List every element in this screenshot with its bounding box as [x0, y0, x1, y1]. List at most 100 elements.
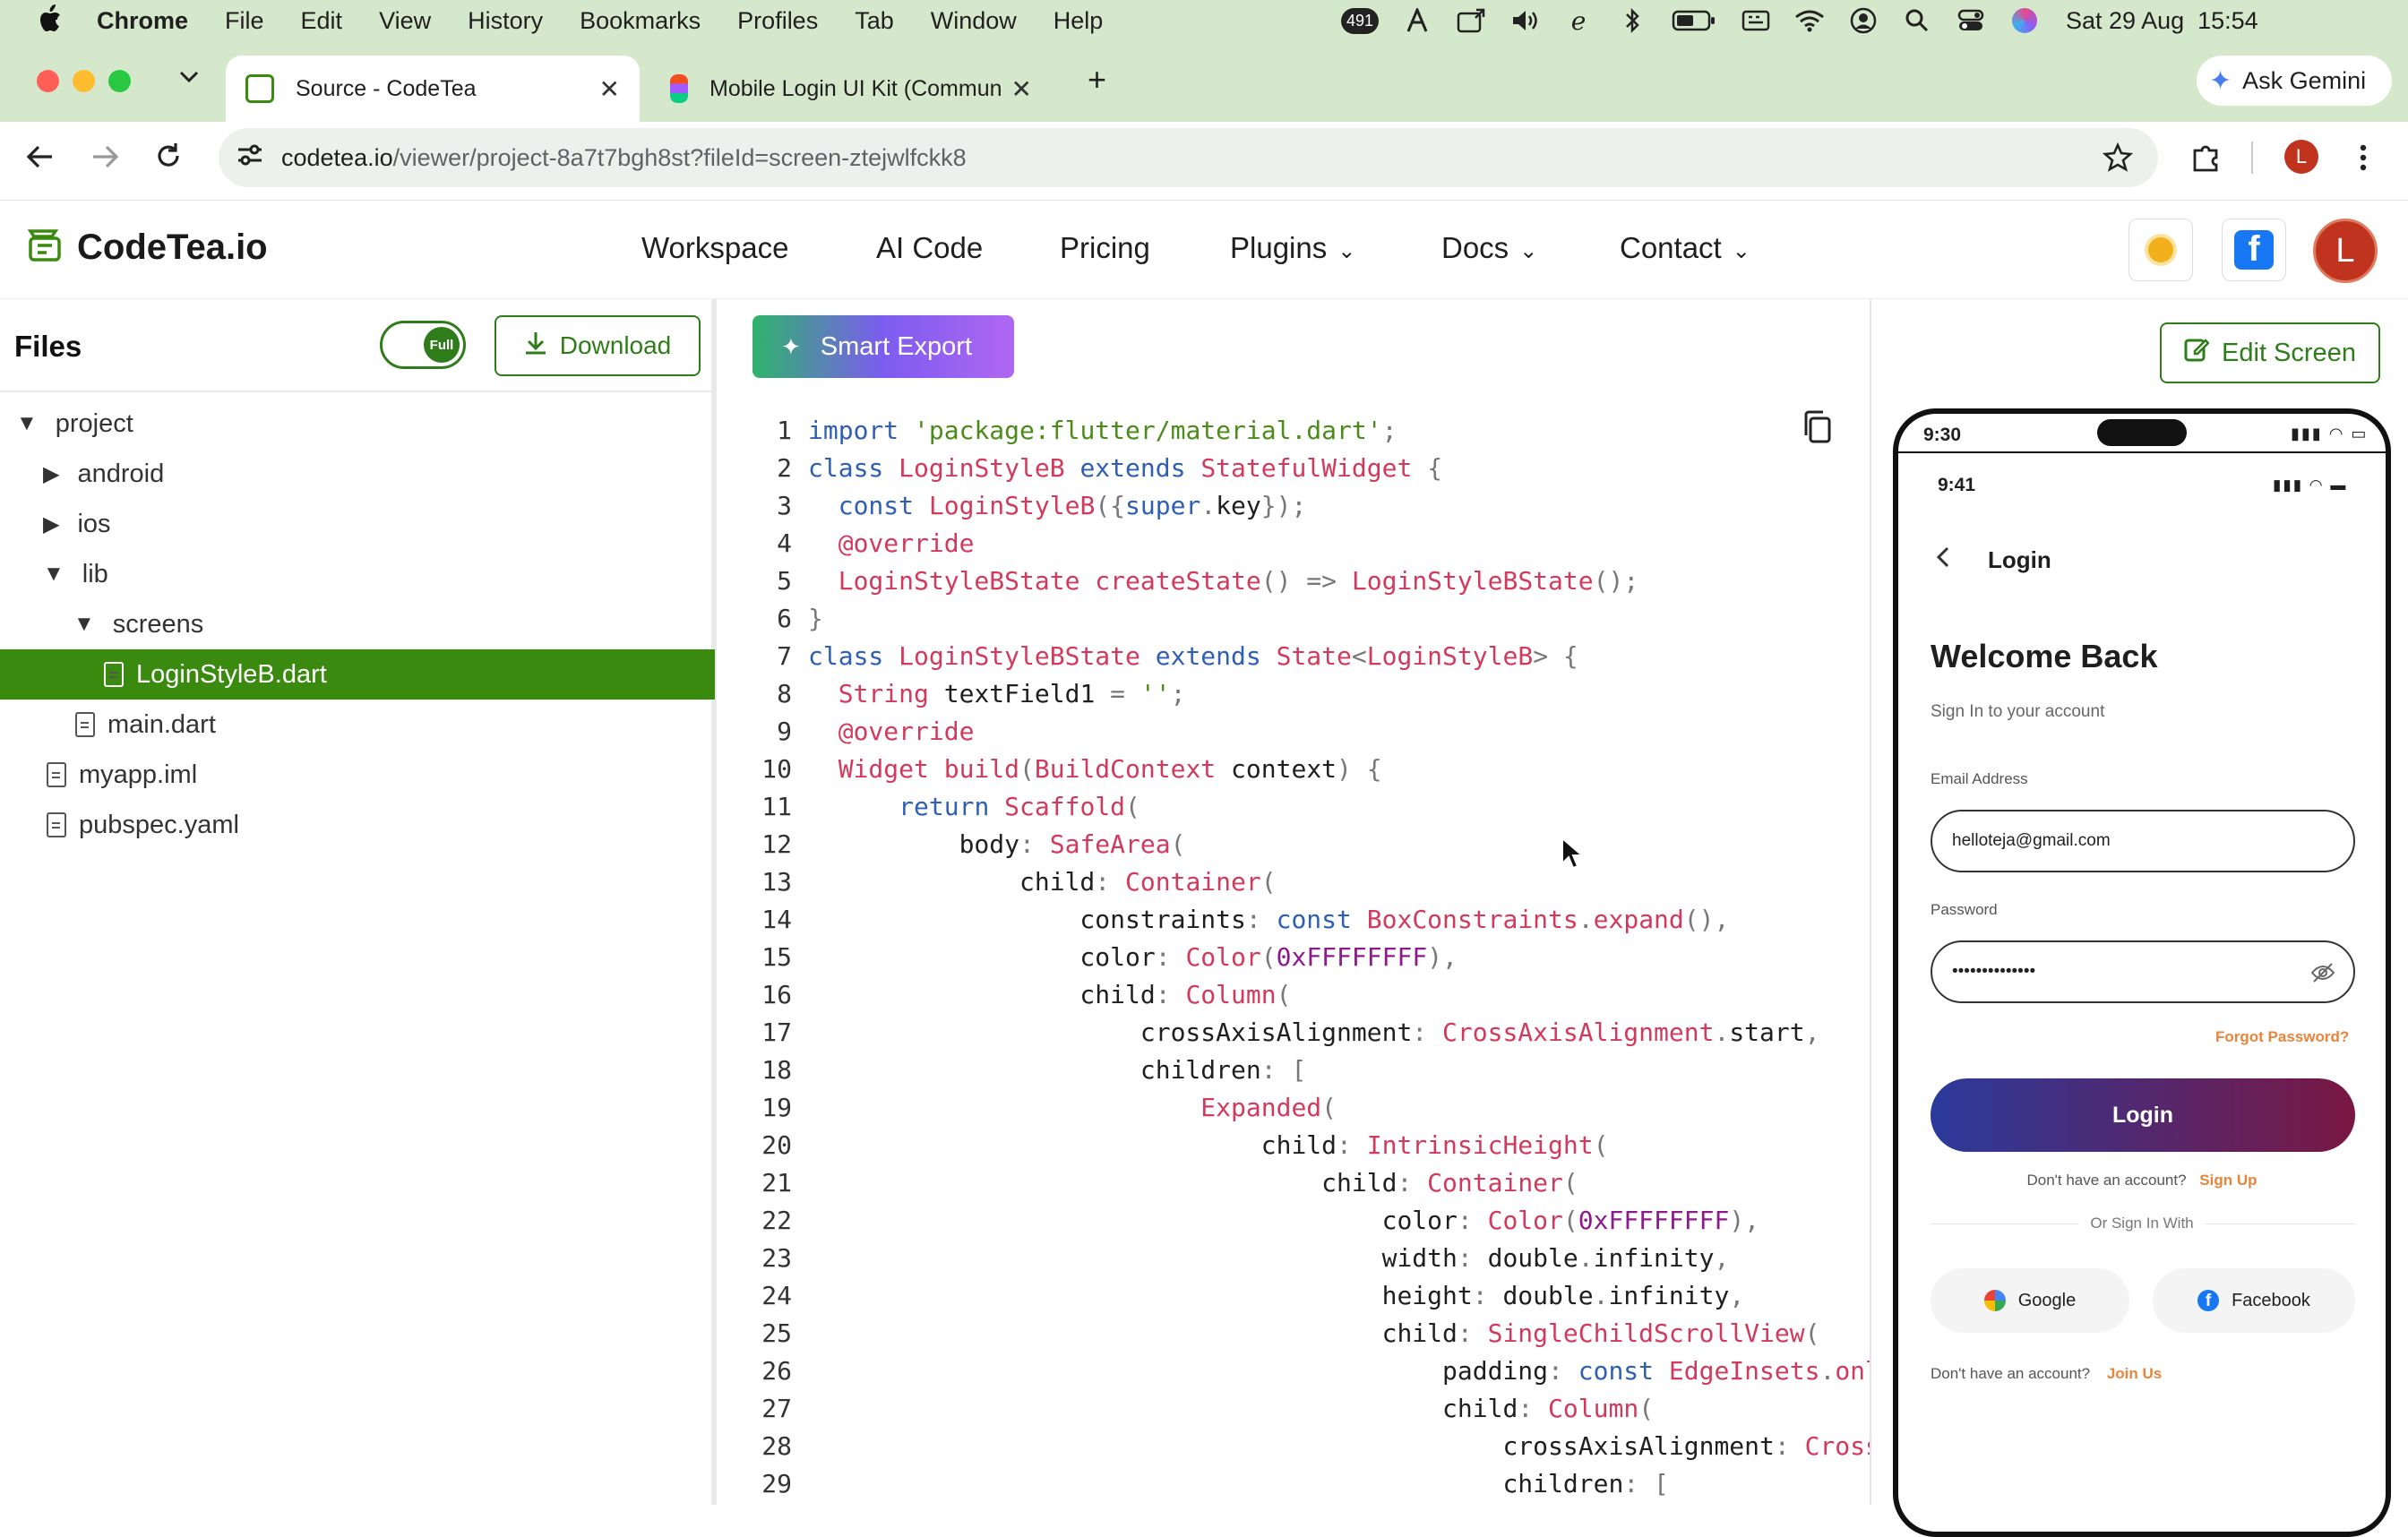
battery-icon[interactable] — [1670, 4, 1718, 37]
tree-item-pubspec-yaml[interactable]: pubspec.yaml — [47, 802, 239, 848]
menu-edit[interactable]: Edit — [301, 7, 343, 35]
tree-item-project[interactable]: ▼ project — [16, 400, 133, 447]
tab-codetea[interactable]: Source - CodeTea ✕ — [226, 56, 640, 122]
edit-screen-button[interactable]: Edit Screen — [2160, 322, 2380, 383]
site-user-avatar[interactable]: L — [2313, 219, 2378, 283]
close-tab-icon[interactable]: ✕ — [1011, 74, 1032, 104]
code-token: const — [838, 491, 929, 520]
code-token: only — [1835, 1356, 1870, 1386]
siri-icon[interactable] — [2008, 4, 2041, 37]
tree-item-android[interactable]: ▶ android — [43, 451, 164, 497]
wifi-icon[interactable] — [1793, 4, 1826, 37]
code-token: LoginStyleB — [1366, 641, 1534, 671]
tree-item-loginstyleb-dart[interactable]: LoginStyleB.dart — [0, 649, 715, 700]
forward-arrow-icon[interactable] — [90, 143, 120, 175]
chevron-down-icon: ⌄ — [1337, 239, 1356, 263]
code-token: : — [1095, 867, 1126, 897]
smart-export-button[interactable]: ✦ Smart Export — [752, 315, 1014, 378]
user-account-icon[interactable] — [1847, 4, 1879, 37]
google-button[interactable]: Google — [1931, 1268, 2129, 1333]
back-arrow-icon[interactable] — [25, 143, 56, 175]
login-button-label: Login — [2111, 1102, 2174, 1128]
chevron-down-icon: ⌄ — [1519, 239, 1538, 263]
tree-item-ios[interactable]: ▶ ios — [43, 501, 111, 547]
code-token: LoginStyleB — [899, 453, 1080, 483]
nav-workspace[interactable]: Workspace — [641, 231, 788, 265]
menu-profiles[interactable]: Profiles — [737, 7, 818, 35]
chrome-menu-icon[interactable] — [2358, 142, 2369, 178]
full-view-toggle[interactable]: Full — [380, 321, 466, 369]
bluetooth-icon[interactable] — [1616, 4, 1648, 37]
join-us-link[interactable]: Join Us — [2107, 1365, 2162, 1382]
code-token: . — [1200, 491, 1217, 520]
volume-icon[interactable] — [1509, 4, 1541, 37]
google-icon — [1983, 1290, 2006, 1311]
tab-figma[interactable]: Mobile Login UI Kit (Commun ✕ — [650, 56, 1052, 122]
close-tab-icon[interactable]: ✕ — [599, 74, 620, 104]
theme-toggle-button[interactable] — [2128, 219, 2193, 281]
menu-file[interactable]: File — [225, 7, 264, 35]
reload-icon[interactable] — [154, 142, 183, 175]
menu-clock[interactable]: Sat 29 Aug 15:54 — [2066, 7, 2258, 35]
eye-off-icon[interactable] — [2310, 962, 2335, 989]
stylus-icon[interactable] — [1401, 4, 1433, 37]
notification-badge-icon[interactable]: 491 — [1340, 4, 1380, 37]
facebook-label: Facebook — [2232, 1290, 2310, 1310]
tree-label: project — [55, 408, 133, 438]
nav-docs[interactable]: Docs ⌄ — [1441, 231, 1537, 265]
sign-up-link[interactable]: Sign Up — [2199, 1172, 2257, 1189]
phone-inner-time: 9:41 — [1938, 475, 1976, 495]
login-button[interactable]: Login — [1931, 1078, 2355, 1152]
spotlight-search-icon[interactable] — [1901, 4, 1933, 37]
window-minimize-button[interactable] — [73, 70, 95, 92]
tab-search-chevron-icon[interactable] — [177, 68, 201, 90]
tree-item-myapp-iml[interactable]: myapp.iml — [47, 751, 197, 798]
address-bar[interactable]: codetea.io/viewer/project-8a7t7bgh8st?fi… — [219, 128, 2158, 187]
apple-icon[interactable] — [36, 4, 63, 41]
menu-help[interactable]: Help — [1054, 7, 1104, 35]
code-token: children — [808, 1055, 1261, 1085]
keyboard-input-icon[interactable] — [1740, 4, 1772, 37]
window-close-button[interactable] — [37, 70, 59, 92]
new-tab-plus-icon[interactable]: + — [1088, 61, 1106, 99]
download-label: Download — [559, 331, 672, 359]
facebook-button[interactable]: f — [2222, 219, 2286, 281]
menu-tab[interactable]: Tab — [855, 7, 894, 35]
menu-view[interactable]: View — [379, 7, 431, 35]
facebook-round-icon: f — [2197, 1290, 2220, 1311]
site-logo[interactable]: CodeTea.io — [25, 226, 268, 270]
bookmark-star-icon[interactable] — [2102, 142, 2134, 179]
facebook-login-button[interactable]: f Facebook — [2153, 1268, 2355, 1333]
extensions-puzzle-icon[interactable] — [2189, 142, 2222, 178]
copy-code-icon[interactable] — [1802, 410, 1833, 449]
menu-app-chrome[interactable]: Chrome — [97, 7, 188, 35]
menu-bookmarks[interactable]: Bookmarks — [580, 7, 701, 35]
password-field[interactable]: •••••••••••••• — [1931, 940, 2355, 1003]
edge-icon[interactable]: e — [1562, 4, 1595, 37]
email-field[interactable]: helloteja@gmail.com — [1931, 810, 2355, 872]
code-token: 0xFFFFFFFF — [1578, 1206, 1730, 1235]
forgot-password-link[interactable]: Forgot Password? — [2215, 1028, 2349, 1046]
code-token: infinity — [1608, 1281, 1730, 1310]
back-chevron-icon[interactable] — [1934, 545, 1952, 574]
control-center-icon[interactable] — [1955, 4, 1987, 37]
profile-avatar[interactable]: L — [2284, 140, 2318, 174]
menu-window[interactable]: Window — [931, 7, 1017, 35]
tree-item-screens[interactable]: ▼ screens — [73, 601, 203, 648]
tree-item-lib[interactable]: ▼ lib — [43, 551, 108, 597]
nav-pricing[interactable]: Pricing — [1060, 231, 1150, 265]
window-maximize-button[interactable] — [108, 70, 131, 92]
tree-item-main-dart[interactable]: main.dart — [75, 701, 216, 748]
menu-history[interactable]: History — [468, 7, 543, 35]
code-token: ( — [1019, 754, 1035, 784]
nav-plugins[interactable]: Plugins ⌄ — [1230, 231, 1355, 265]
code-token: child — [808, 1318, 1458, 1348]
site-settings-icon[interactable] — [235, 142, 265, 175]
nav-ai-code[interactable]: AI Code — [876, 231, 983, 265]
download-button[interactable]: Download — [494, 315, 701, 376]
screen-share-icon[interactable] — [1455, 4, 1487, 37]
nav-contact[interactable]: Contact ⌄ — [1620, 231, 1750, 265]
code-token: super — [1125, 491, 1201, 520]
ask-gemini-button[interactable]: ✦ Ask Gemini — [2197, 56, 2392, 106]
edit-screen-label: Edit Screen — [2222, 338, 2356, 367]
